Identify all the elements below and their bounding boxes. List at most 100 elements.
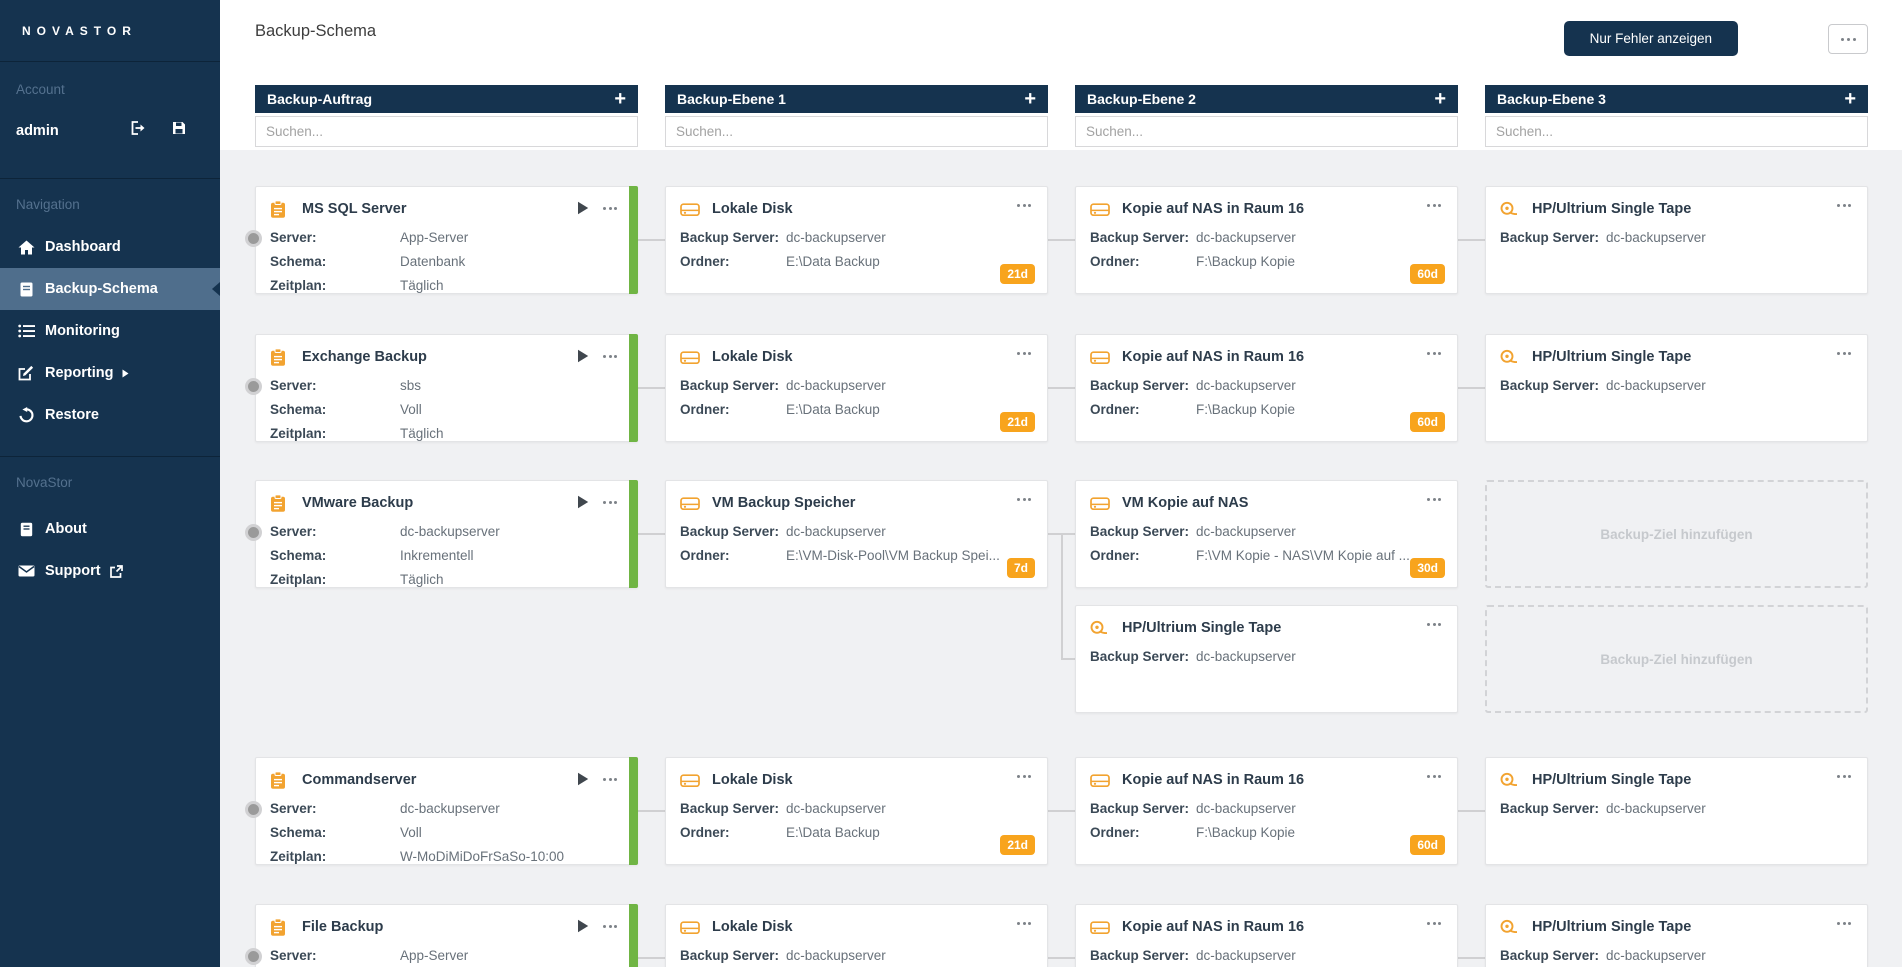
card-menu-button[interactable] bbox=[1427, 919, 1441, 928]
field-value: dc-backupserver bbox=[786, 944, 1033, 967]
add-button[interactable]: + bbox=[1024, 89, 1036, 109]
backup-target-card[interactable]: HP/Ultrium Single TapeBackup Server:dc-b… bbox=[1485, 334, 1868, 442]
play-icon[interactable] bbox=[577, 201, 589, 215]
disk-icon bbox=[680, 201, 704, 218]
backup-job-card[interactable]: MS SQL ServerServer:App-ServerSchema:Dat… bbox=[255, 186, 638, 294]
ellipsis-icon bbox=[614, 207, 617, 210]
disk-icon bbox=[1090, 349, 1114, 366]
card-actions bbox=[1427, 201, 1441, 210]
field-label: Backup Server: bbox=[1090, 226, 1196, 250]
backup-target-card[interactable]: Kopie auf NAS in Raum 16Backup Server:dc… bbox=[1075, 904, 1458, 967]
save-icon[interactable] bbox=[172, 121, 186, 140]
card-menu-button[interactable] bbox=[603, 775, 617, 784]
card-field: Zeitplan:Täglich bbox=[270, 422, 623, 446]
card-title: Exchange Backup bbox=[302, 349, 427, 365]
backup-target-card[interactable]: Lokale DiskBackup Server:dc-backupserver… bbox=[665, 757, 1048, 865]
card-menu-button[interactable] bbox=[1427, 495, 1441, 504]
sidebar-item-about[interactable]: About bbox=[0, 508, 220, 550]
connector-node-dot bbox=[245, 230, 262, 247]
search-input[interactable] bbox=[1485, 116, 1868, 147]
retention-badge: 7d bbox=[1007, 558, 1035, 578]
field-label: Server: bbox=[270, 797, 400, 821]
tape-icon bbox=[1090, 620, 1114, 636]
card-header: Commandserver bbox=[270, 769, 623, 791]
logout-icon[interactable] bbox=[131, 121, 146, 140]
ellipsis-icon bbox=[1017, 922, 1020, 925]
card-menu-button[interactable] bbox=[603, 922, 617, 931]
backup-target-card[interactable]: Lokale DiskBackup Server:dc-backupserver… bbox=[665, 334, 1048, 442]
sidebar-item-restore[interactable]: Restore bbox=[0, 394, 220, 436]
card-menu-button[interactable] bbox=[1837, 772, 1851, 781]
card-menu-button[interactable] bbox=[1017, 201, 1031, 210]
backup-target-card[interactable]: HP/Ultrium Single TapeBackup Server:dc-b… bbox=[1075, 605, 1458, 713]
add-button[interactable]: + bbox=[1844, 89, 1856, 109]
play-icon[interactable] bbox=[577, 349, 589, 363]
retention-badge: 21d bbox=[1000, 264, 1035, 284]
backup-job-card[interactable]: File BackupServer:App-ServerSchema:Voll bbox=[255, 904, 638, 967]
card-menu-button[interactable] bbox=[603, 352, 617, 361]
backup-target-card[interactable]: HP/Ultrium Single TapeBackup Server:dc-b… bbox=[1485, 904, 1868, 967]
search-input[interactable] bbox=[665, 116, 1048, 147]
search-input[interactable] bbox=[1075, 116, 1458, 147]
card-menu-button[interactable] bbox=[1427, 772, 1441, 781]
ellipsis-icon bbox=[1017, 204, 1020, 207]
add-backup-target-placeholder[interactable]: Backup-Ziel hinzufügen bbox=[1485, 605, 1868, 713]
play-icon[interactable] bbox=[577, 495, 589, 509]
show-only-errors-button[interactable]: Nur Fehler anzeigen bbox=[1564, 21, 1738, 56]
card-menu-button[interactable] bbox=[1017, 772, 1031, 781]
card-menu-button[interactable] bbox=[1017, 349, 1031, 358]
card-menu-button[interactable] bbox=[1837, 349, 1851, 358]
field-label: Backup Server: bbox=[1500, 944, 1606, 967]
card-menu-button[interactable] bbox=[603, 498, 617, 507]
card-menu-button[interactable] bbox=[1427, 201, 1441, 210]
more-options-button[interactable] bbox=[1828, 24, 1868, 54]
add-button[interactable]: + bbox=[1434, 89, 1446, 109]
retention-badge: 21d bbox=[1000, 412, 1035, 432]
card-actions bbox=[1837, 919, 1851, 928]
field-value: Täglich bbox=[400, 274, 623, 298]
card-header: Lokale Disk bbox=[680, 198, 1033, 220]
card-actions bbox=[1837, 349, 1851, 358]
card-field: Backup Server:dc-backupserver bbox=[1090, 374, 1443, 398]
backup-job-card[interactable]: VMware BackupServer:dc-backupserverSchem… bbox=[255, 480, 638, 588]
job-cell: Exchange BackupServer:sbsSchema:VollZeit… bbox=[255, 334, 638, 442]
play-icon[interactable] bbox=[577, 772, 589, 786]
backup-target-card[interactable]: VM Backup SpeicherBackup Server:dc-backu… bbox=[665, 480, 1048, 588]
search-input[interactable] bbox=[255, 116, 638, 147]
backup-job-card[interactable]: Exchange BackupServer:sbsSchema:VollZeit… bbox=[255, 334, 638, 442]
card-field: Server:App-Server bbox=[270, 944, 623, 967]
play-icon[interactable] bbox=[577, 919, 589, 933]
sidebar-item-reporting[interactable]: Reporting bbox=[0, 352, 220, 394]
card-menu-button[interactable] bbox=[1427, 620, 1441, 629]
sidebar-item-backup-schema[interactable]: Backup-Schema bbox=[0, 268, 220, 310]
sidebar-item-support[interactable]: Support bbox=[0, 550, 220, 592]
card-menu-button[interactable] bbox=[1427, 349, 1441, 358]
backup-target-card[interactable]: Lokale DiskBackup Server:dc-backupserver… bbox=[665, 186, 1048, 294]
status-bar bbox=[629, 186, 638, 294]
ellipsis-icon bbox=[1028, 775, 1031, 778]
app-window: NOVASTOR Account admin Navigation Dashbo… bbox=[0, 0, 1902, 967]
schema-column-4: Backup-Ebene 3+ bbox=[1485, 85, 1868, 147]
backup-target-card[interactable]: Kopie auf NAS in Raum 16Backup Server:dc… bbox=[1075, 334, 1458, 442]
card-menu-button[interactable] bbox=[603, 204, 617, 213]
backup-target-card[interactable]: Kopie auf NAS in Raum 16Backup Server:dc… bbox=[1075, 757, 1458, 865]
backup-target-card[interactable]: Kopie auf NAS in Raum 16Backup Server:dc… bbox=[1075, 186, 1458, 294]
backup-target-card[interactable]: HP/Ultrium Single TapeBackup Server:dc-b… bbox=[1485, 757, 1868, 865]
add-button[interactable]: + bbox=[614, 89, 626, 109]
backup-target-card[interactable]: HP/Ultrium Single TapeBackup Server:dc-b… bbox=[1485, 186, 1868, 294]
backup-target-card[interactable]: Lokale DiskBackup Server:dc-backupserver… bbox=[665, 904, 1048, 967]
card-header: HP/Ultrium Single Tape bbox=[1500, 346, 1853, 368]
field-label: Backup Server: bbox=[680, 226, 786, 250]
backup-target-card[interactable]: VM Kopie auf NASBackup Server:dc-backups… bbox=[1075, 480, 1458, 588]
backup-job-card[interactable]: CommandserverServer:dc-backupserverSchem… bbox=[255, 757, 638, 865]
card-menu-button[interactable] bbox=[1017, 919, 1031, 928]
sidebar-item-dashboard[interactable]: Dashboard bbox=[0, 226, 220, 268]
add-backup-target-placeholder[interactable]: Backup-Ziel hinzufügen bbox=[1485, 480, 1868, 588]
card-actions bbox=[1017, 495, 1031, 504]
card-menu-button[interactable] bbox=[1837, 201, 1851, 210]
navigation-section: Navigation DashboardBackup-SchemaMonitor… bbox=[0, 179, 220, 457]
disk-icon bbox=[1090, 201, 1114, 218]
card-menu-button[interactable] bbox=[1017, 495, 1031, 504]
sidebar-item-monitoring[interactable]: Monitoring bbox=[0, 310, 220, 352]
card-menu-button[interactable] bbox=[1837, 919, 1851, 928]
